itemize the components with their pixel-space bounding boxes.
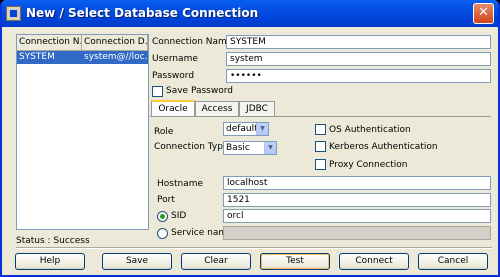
sid-radio[interactable] — [157, 211, 168, 222]
role-select[interactable]: default ▼ — [223, 122, 269, 136]
button-separator — [16, 247, 492, 249]
connection-name-field[interactable]: SYSTEM — [226, 35, 491, 49]
close-button[interactable]: ✕ — [473, 3, 494, 24]
kerberos-authentication-label: Kerberos Authentication — [329, 142, 438, 152]
column-header-connection-name[interactable]: Connection N... — [17, 35, 82, 50]
role-value: default — [226, 124, 258, 134]
app-icon — [6, 6, 21, 21]
hostname-field[interactable]: localhost — [223, 176, 491, 190]
hostname-label: Hostname — [157, 179, 204, 189]
tab-panel-border — [150, 116, 491, 117]
chevron-down-icon: ▼ — [256, 123, 268, 135]
connection-details-cell: system@//loc... — [84, 52, 148, 62]
service-name-radio[interactable] — [157, 228, 168, 239]
tab-access[interactable]: Access — [195, 101, 239, 117]
chevron-down-icon: ▼ — [264, 142, 276, 154]
kerberos-authentication-checkbox[interactable] — [315, 141, 326, 152]
connection-name-cell: SYSTEM — [19, 52, 55, 62]
connection-type-value: Basic — [226, 143, 250, 153]
proxy-connection-label: Proxy Connection — [329, 160, 408, 170]
help-button[interactable]: Help — [15, 253, 85, 270]
test-button[interactable]: Test — [260, 253, 330, 270]
dialog-window: New / Select Database Connection ✕ Conne… — [0, 0, 500, 277]
radio-selected-dot — [160, 214, 165, 219]
connection-name-label: Connection Name — [152, 37, 233, 47]
save-button[interactable]: Save — [102, 253, 172, 270]
port-field[interactable]: 1521 — [223, 193, 491, 207]
window-title: New / Select Database Connection — [26, 6, 259, 20]
connection-row[interactable]: SYSTEM system@//loc... — [17, 51, 148, 64]
os-authentication-checkbox[interactable] — [315, 124, 326, 135]
connection-type-label: Connection Type — [154, 142, 229, 152]
password-field[interactable]: •••••• — [226, 69, 491, 83]
role-label: Role — [154, 127, 174, 137]
username-label: Username — [152, 54, 198, 64]
password-label: Password — [152, 71, 195, 81]
username-field[interactable]: system — [226, 52, 491, 66]
title-bar[interactable]: New / Select Database Connection ✕ — [2, 0, 498, 27]
service-name-field — [223, 226, 491, 240]
connections-list[interactable]: Connection N... Connection D... SYSTEM s… — [16, 34, 149, 230]
proxy-connection-checkbox[interactable] — [315, 159, 326, 170]
port-label: Port — [157, 195, 175, 205]
connection-type-select[interactable]: Basic ▼ — [223, 141, 277, 155]
cancel-button[interactable]: Cancel — [418, 253, 488, 270]
save-password-label: Save Password — [166, 86, 233, 96]
status-text: Status : Success — [16, 236, 90, 246]
close-icon: ✕ — [478, 5, 489, 20]
save-password-checkbox[interactable] — [152, 86, 163, 97]
tab-jdbc[interactable]: JDBC — [239, 101, 275, 117]
connect-button[interactable]: Connect — [339, 253, 409, 270]
tab-oracle[interactable]: Oracle — [151, 100, 195, 117]
sid-field[interactable]: orcl — [223, 209, 491, 223]
column-header-connection-details[interactable]: Connection D... — [82, 35, 148, 50]
clear-button[interactable]: Clear — [181, 253, 251, 270]
sid-label: SID — [171, 211, 187, 221]
connections-list-header: Connection N... Connection D... — [17, 35, 148, 51]
os-authentication-label: OS Authentication — [329, 125, 411, 135]
